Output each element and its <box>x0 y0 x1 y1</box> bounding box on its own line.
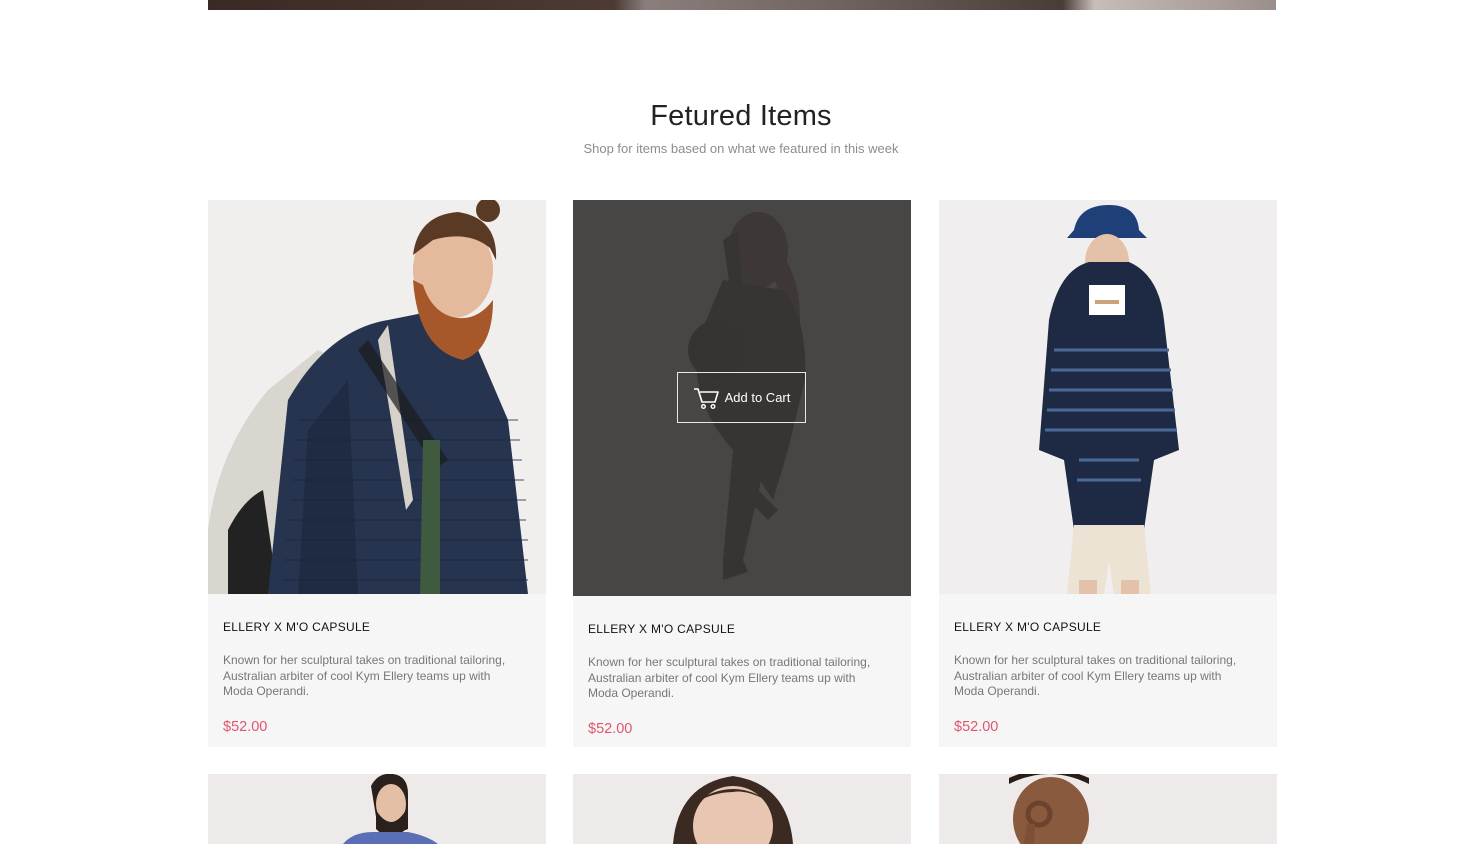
product-description: Known for her sculptural takes on tradit… <box>954 653 1237 698</box>
section-subtitle: Shop for items based on what we featured… <box>583 141 899 156</box>
product-description: Known for her sculptural takes on tradit… <box>223 653 506 698</box>
product-image[interactable] <box>208 200 546 594</box>
product-image[interactable]: Add to Cart <box>573 200 911 596</box>
product-photo-man-beard <box>208 774 546 844</box>
product-name[interactable]: ELLERY X M'O CAPSULE <box>954 620 1262 634</box>
featured-section-header: Fetured Items Shop for items based on wh… <box>0 100 1482 156</box>
product-card[interactable]: ELLERY X M'O CAPSULE Known for her sculp… <box>939 200 1277 747</box>
product-description: Known for her sculptural takes on tradit… <box>588 655 871 700</box>
product-image[interactable] <box>939 200 1277 594</box>
product-price: $52.00 <box>588 720 633 737</box>
add-to-cart-button[interactable]: Add to Cart <box>677 372 806 423</box>
product-photo-woman-ok-gesture <box>939 774 1277 844</box>
product-photo-man-puffer-jacket <box>208 200 546 594</box>
product-info: ELLERY X M'O CAPSULE Known for her sculp… <box>939 594 1277 747</box>
top-banner-image-edge <box>208 0 1276 10</box>
product-card[interactable]: ELLERY X M'O CAPSULE Known for her sculp… <box>208 200 546 747</box>
product-photo-man-striped-hoodie <box>939 200 1277 594</box>
product-info: ELLERY X M'O CAPSULE Known for her sculp… <box>573 596 911 747</box>
add-to-cart-label: Add to Cart <box>724 390 791 405</box>
product-info: ELLERY X M'O CAPSULE Known for her sculp… <box>208 594 546 747</box>
product-card-cropped[interactable] <box>208 774 546 844</box>
product-photo-woman-portrait <box>573 774 911 844</box>
product-price: $52.00 <box>223 718 268 735</box>
shopping-cart-icon <box>693 387 719 409</box>
section-title: Fetured Items <box>650 100 832 132</box>
product-name[interactable]: ELLERY X M'O CAPSULE <box>588 622 896 636</box>
product-price: $52.00 <box>954 718 999 735</box>
product-card-cropped[interactable] <box>573 774 911 844</box>
product-card-cropped[interactable] <box>939 774 1277 844</box>
product-name[interactable]: ELLERY X M'O CAPSULE <box>223 620 531 634</box>
product-card[interactable]: Add to Cart ELLERY X M'O CAPSULE Known f… <box>573 200 911 747</box>
